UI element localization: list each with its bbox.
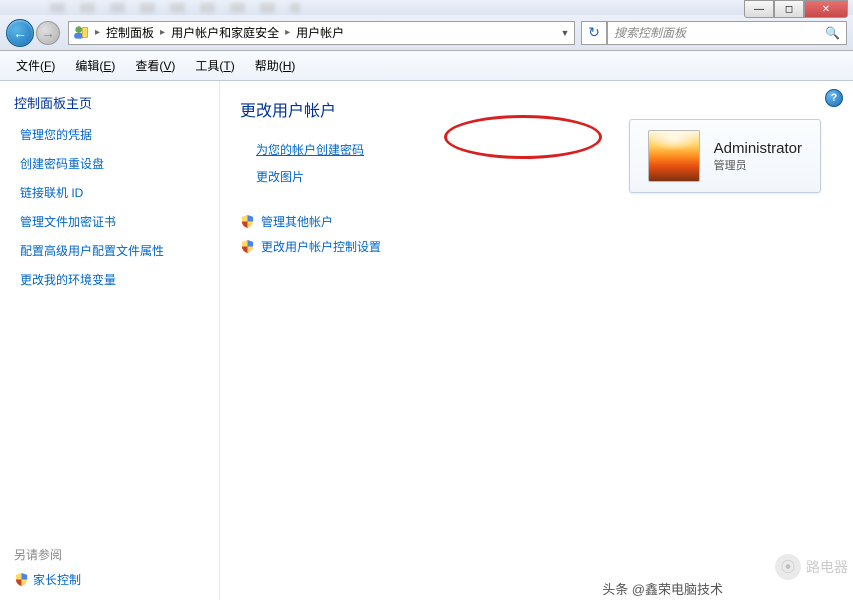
watermark-text: 路电器 <box>806 557 848 577</box>
address-dropdown[interactable]: ▼ <box>556 28 574 38</box>
window-controls: — ◻ ✕ <box>744 0 848 15</box>
sidebar-link-password-reset[interactable]: 创建密码重设盘 <box>14 155 205 172</box>
chevron-right-icon: ▸ <box>93 27 102 38</box>
parental-controls-link[interactable]: 家长控制 <box>14 571 81 588</box>
help-icon[interactable]: ? <box>825 89 843 107</box>
maximize-button[interactable]: ◻ <box>774 0 804 18</box>
search-input[interactable]: 搜索控制面板 🔍 <box>607 21 847 45</box>
shield-icon <box>240 214 255 229</box>
main-panel: ? 更改用户帐户 为您的帐户创建密码 更改图片 管理其他帐户 更改用户帐户控制设… <box>220 81 853 600</box>
account-info: Administrator 管理员 <box>714 140 802 173</box>
content: 控制面板主页 管理您的凭据 创建密码重设盘 链接联机 ID 管理文件加密证书 配… <box>0 81 853 600</box>
address-bar[interactable]: ▸ 控制面板 ▸ 用户帐户和家庭安全 ▸ 用户帐户 ▼ <box>68 21 575 45</box>
refresh-button[interactable]: ↻ <box>581 21 607 45</box>
minimize-button[interactable]: — <box>744 0 774 18</box>
chevron-right-icon: ▸ <box>283 27 292 38</box>
account-picture <box>648 130 700 182</box>
account-role: 管理员 <box>714 157 802 173</box>
nav-bar: ← → ▸ 控制面板 ▸ 用户帐户和家庭安全 ▸ 用户帐户 ▼ ↻ 搜索控制面板… <box>0 15 853 51</box>
watermark-icon: ⦿ <box>775 554 801 580</box>
parental-controls-label: 家长控制 <box>33 571 81 588</box>
back-button[interactable]: ← <box>6 19 34 47</box>
sidebar-title[interactable]: 控制面板主页 <box>14 93 205 112</box>
account-name: Administrator <box>714 140 802 157</box>
refresh-icon: ↻ <box>588 24 600 41</box>
menu-help[interactable]: 帮助(H) <box>245 53 306 78</box>
sidebar-link-online-id[interactable]: 链接联机 ID <box>14 184 205 201</box>
title-bar: — ◻ ✕ <box>0 0 853 15</box>
sidebar-link-credentials[interactable]: 管理您的凭据 <box>14 126 205 143</box>
sidebar-link-encryption-certs[interactable]: 管理文件加密证书 <box>14 213 205 230</box>
location-icon <box>72 24 90 42</box>
breadcrumb: 控制面板 ▸ 用户帐户和家庭安全 ▸ 用户帐户 <box>102 22 556 44</box>
sidebar-link-advanced-profile[interactable]: 配置高级用户配置文件属性 <box>14 242 205 259</box>
also-see-label: 另请参阅 <box>14 546 81 563</box>
sidebar-bottom: 另请参阅 家长控制 <box>14 546 81 588</box>
close-button[interactable]: ✕ <box>804 0 848 18</box>
menu-bar: 文件(F) 编辑(E) 查看(V) 工具(T) 帮助(H) <box>0 51 853 81</box>
breadcrumb-item[interactable]: 控制面板 <box>102 22 158 44</box>
menu-file[interactable]: 文件(F) <box>6 53 65 78</box>
shield-row-manage: 管理其他帐户 <box>240 213 833 230</box>
shield-row-uac: 更改用户帐户控制设置 <box>240 238 833 255</box>
menu-tools[interactable]: 工具(T) <box>185 53 244 78</box>
watermark: ⦿ 路电器 <box>775 554 848 580</box>
sidebar: 控制面板主页 管理您的凭据 创建密码重设盘 链接联机 ID 管理文件加密证书 配… <box>0 81 220 600</box>
shield-icon <box>240 239 255 254</box>
sidebar-link-env-vars[interactable]: 更改我的环境变量 <box>14 271 205 288</box>
forward-arrow-icon: → <box>41 25 55 41</box>
page-title: 更改用户帐户 <box>240 97 833 121</box>
search-icon: 🔍 <box>825 26 840 40</box>
breadcrumb-item[interactable]: 用户帐户 <box>292 22 348 44</box>
back-arrow-icon: ← <box>13 25 27 41</box>
attribution: 头条 @鑫荣电脑技术 <box>602 579 723 598</box>
forward-button[interactable]: → <box>36 21 60 45</box>
breadcrumb-item[interactable]: 用户帐户和家庭安全 <box>167 22 283 44</box>
manage-other-accounts-link[interactable]: 管理其他帐户 <box>261 213 333 230</box>
change-uac-link[interactable]: 更改用户帐户控制设置 <box>261 238 381 255</box>
shield-icon <box>14 572 29 587</box>
menu-edit[interactable]: 编辑(E) <box>65 53 125 78</box>
chevron-right-icon: ▸ <box>158 27 167 38</box>
search-placeholder: 搜索控制面板 <box>614 24 686 41</box>
menu-view[interactable]: 查看(V) <box>125 53 185 78</box>
account-card: Administrator 管理员 <box>629 119 821 193</box>
title-blur <box>50 3 300 13</box>
